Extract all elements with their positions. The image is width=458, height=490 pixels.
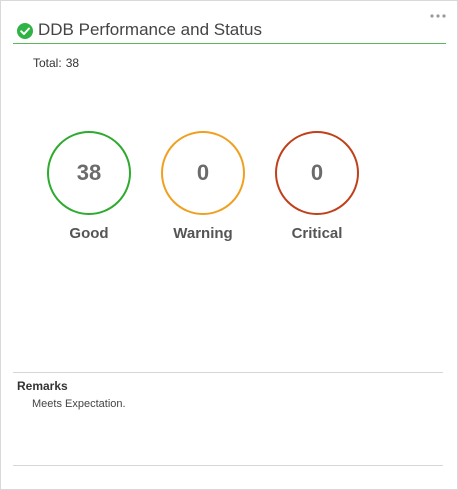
stat-warning[interactable]: 0 Warning <box>153 131 253 242</box>
remarks-text: Meets Expectation. <box>32 398 126 410</box>
footer-divider <box>13 465 443 466</box>
critical-count: 0 <box>310 160 324 185</box>
stat-good[interactable]: 38 Good <box>39 131 139 242</box>
warning-ring: 0 <box>161 131 245 215</box>
total-count: Total: 38 <box>33 56 79 70</box>
remarks-divider <box>13 372 443 373</box>
good-ring: 38 <box>47 131 131 215</box>
warning-label: Warning <box>173 225 233 242</box>
stat-critical[interactable]: 0 Critical <box>267 131 367 242</box>
remarks-title: Remarks <box>17 379 68 393</box>
card-header: DDB Performance and Status <box>15 19 445 45</box>
good-label: Good <box>69 225 109 242</box>
card-title: DDB Performance and Status <box>38 20 262 39</box>
total-value: 38 <box>65 56 80 70</box>
critical-ring: 0 <box>275 131 359 215</box>
more-dots-icon[interactable] <box>429 13 447 19</box>
critical-label: Critical <box>291 225 343 242</box>
check-circle-icon <box>17 23 33 39</box>
good-count: 38 <box>76 160 102 185</box>
warning-count: 0 <box>196 160 210 185</box>
ddb-status-card: DDB Performance and Status Total: 38 38 G… <box>0 0 458 490</box>
header-divider <box>13 43 446 44</box>
total-label: Total: <box>33 56 62 70</box>
